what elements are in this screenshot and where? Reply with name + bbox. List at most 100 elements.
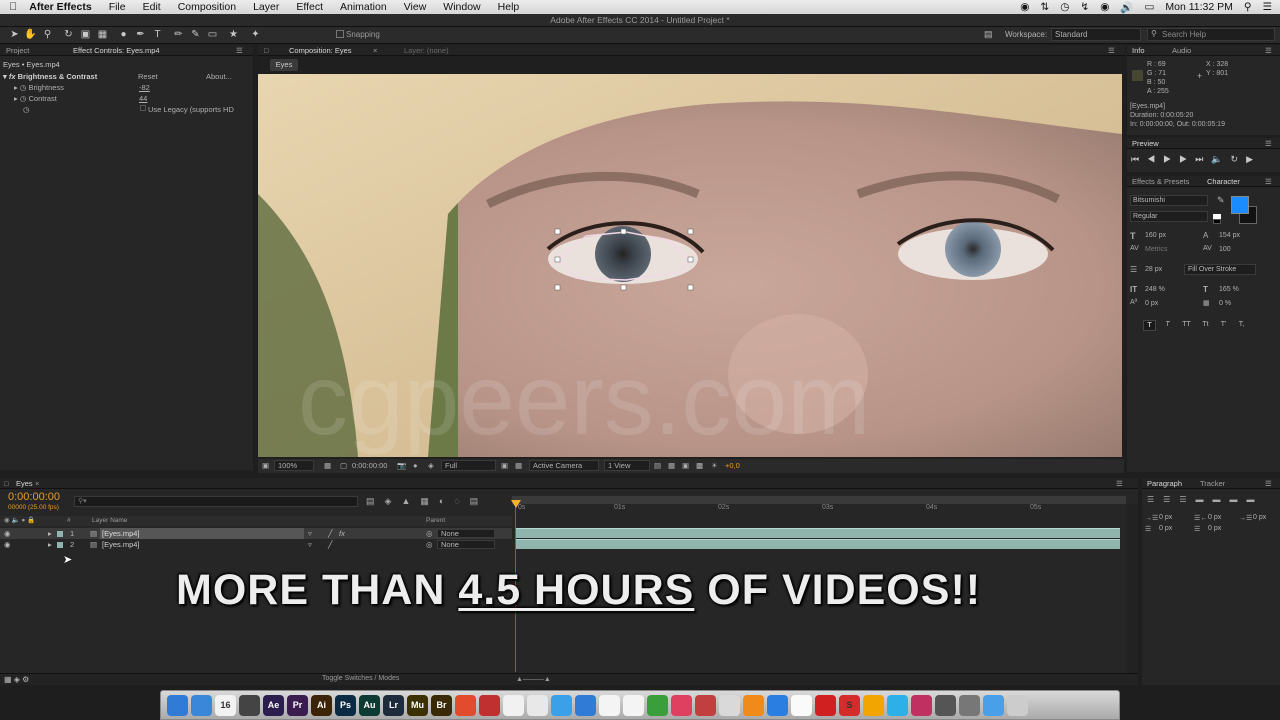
type-tool-icon[interactable]: T — [151, 29, 164, 41]
table-row[interactable]: ◉ ▸ 1 ▤ [Eyes.mp4] ▿ ╱ fx ◎ None — [0, 528, 512, 539]
channel-icon[interactable]: ◈ — [428, 461, 434, 470]
menu-file[interactable]: File — [109, 1, 126, 13]
comp-mini-flowchart-icon[interactable]: ▤ — [366, 496, 385, 506]
horizontal-scale-value[interactable]: 165 % — [1219, 286, 1239, 293]
rotate-tool-icon[interactable]: ↻ — [62, 29, 75, 41]
dock-app-icon[interactable]: 16 — [215, 694, 236, 716]
expand-arrow-icon[interactable]: ▸ — [48, 539, 52, 550]
close-icon[interactable]: × — [373, 45, 377, 56]
region-icon[interactable]: ▣ — [501, 461, 508, 470]
tab-character[interactable]: Character — [1207, 176, 1240, 187]
dock-app-icon[interactable] — [623, 694, 644, 716]
tab-paragraph[interactable]: Paragraph — [1147, 478, 1182, 489]
prev-frame-icon[interactable]: ◀ — [1147, 154, 1163, 164]
pickwhip-icon[interactable]: ◎ — [426, 539, 433, 550]
small-caps-button[interactable]: Tt — [1199, 320, 1212, 331]
fill-color-swatch[interactable] — [1231, 196, 1249, 214]
layer-duration-bar[interactable] — [516, 528, 1120, 538]
zoom-slider[interactable]: ▲———▲ — [516, 676, 551, 683]
menu-window[interactable]: Window — [443, 1, 480, 13]
indent-right-value[interactable]: 0 px — [1208, 514, 1221, 521]
panel-menu-icon[interactable]: ☰ — [1116, 478, 1123, 489]
zoom-select[interactable]: 100% — [274, 460, 314, 471]
layer-name[interactable]: [Eyes.mp4] — [100, 528, 304, 539]
shy-switch-icon[interactable]: ▿ — [308, 528, 312, 539]
spotlight-icon[interactable]: ⚲ — [1244, 1, 1252, 13]
menu-help[interactable]: Help — [498, 1, 520, 13]
tab-effect-controls[interactable]: Effect Controls: Eyes.mp4 — [73, 45, 160, 56]
dock-app-icon[interactable] — [743, 694, 764, 716]
panel-menu-icon[interactable]: ☰ — [1265, 176, 1272, 187]
notification-icon[interactable]: ☰ — [1263, 1, 1272, 13]
eraser-tool-icon[interactable]: ▭ — [206, 29, 219, 41]
playhead-handle-icon[interactable] — [511, 500, 521, 508]
toggle-pixel-icon[interactable]: ▤ — [654, 461, 661, 470]
tab-composition[interactable]: Composition: Eyes — [289, 45, 352, 56]
layer-duration-bar[interactable] — [516, 539, 1120, 549]
layer-search-input[interactable]: ⚲▾ — [74, 496, 358, 507]
dock-app-icon[interactable] — [527, 694, 548, 716]
justify-right-icon[interactable]: ▬ — [1230, 495, 1247, 504]
play-icon[interactable]: ▶ — [1163, 154, 1179, 164]
mask-tool-icon[interactable]: ● — [117, 29, 130, 41]
justify-all-icon[interactable]: ▬ — [1247, 495, 1264, 504]
tab-preview[interactable]: Preview — [1132, 138, 1159, 149]
dock-app-icon[interactable] — [911, 694, 932, 716]
eye-icon[interactable]: ◉ — [4, 528, 11, 539]
dock-app-icon[interactable] — [863, 694, 884, 716]
dock-app-icon[interactable]: Br — [431, 694, 452, 716]
shy-icon[interactable]: ▲ — [401, 496, 420, 506]
timecode-display[interactable]: 0:00:00:00 — [352, 461, 387, 470]
vertical-scrollbar[interactable] — [1126, 504, 1138, 674]
tab-timeline-eyes[interactable]: Eyes — [16, 478, 33, 489]
sync-icon[interactable]: ⇅ — [1040, 1, 1049, 13]
exposure-value[interactable]: +0,0 — [725, 461, 740, 470]
dock-app-icon[interactable]: Pr — [287, 694, 308, 716]
baseline-value[interactable]: 0 px — [1145, 300, 1158, 307]
parent-select[interactable]: None — [437, 529, 495, 538]
exposure-icon[interactable]: ☀ — [711, 461, 718, 470]
effect-row[interactable]: ▾ fx Brightness & Contrast — [3, 72, 97, 81]
dock-app-icon[interactable]: Mu — [407, 694, 428, 716]
toggle-switches-modes[interactable]: Toggle Switches / Modes — [322, 675, 399, 682]
zoom-tool-icon[interactable]: ⚲ — [41, 29, 54, 41]
composition-viewer[interactable]: cgpeers.com — [258, 74, 1122, 457]
legacy-checkbox[interactable] — [140, 105, 146, 111]
label-color-icon[interactable] — [57, 531, 63, 537]
stopwatch-icon[interactable]: ◷ — [23, 105, 30, 114]
fast-preview-icon[interactable]: ▦ — [668, 461, 675, 470]
stroke-width-value[interactable]: 28 px — [1145, 266, 1162, 273]
dock-app-icon[interactable] — [767, 694, 788, 716]
dock-app-icon[interactable] — [1007, 694, 1028, 716]
superscript-button[interactable]: T' — [1217, 320, 1230, 331]
dock-app-icon[interactable]: Au — [359, 694, 380, 716]
justify-left-icon[interactable]: ▬ — [1196, 495, 1213, 504]
faux-bold-button[interactable]: T — [1143, 320, 1156, 331]
brightness-value[interactable]: -82 — [139, 83, 150, 92]
ram-preview-icon[interactable]: ▶ — [1246, 154, 1261, 164]
comp-nav-button[interactable]: Eyes — [270, 59, 298, 71]
tab-layer[interactable]: Layer: (none) — [404, 45, 449, 56]
align-center-icon[interactable]: ☰ — [1163, 495, 1179, 504]
resolution-select[interactable]: Full — [441, 460, 496, 471]
motion-blur-icon[interactable]: ◐ — [439, 496, 454, 506]
views-select[interactable]: 1 View — [604, 460, 650, 471]
menu-view[interactable]: View — [404, 1, 427, 13]
record-icon[interactable]: ◉ — [1020, 1, 1029, 13]
disclosure-triangle-icon[interactable]: ▾ — [3, 72, 7, 81]
dock-app-icon[interactable] — [983, 694, 1004, 716]
battery-icon[interactable]: ▭ — [1144, 1, 1154, 13]
dock-app-icon[interactable]: Ai — [311, 694, 332, 716]
menu-animation[interactable]: Animation — [340, 1, 387, 13]
all-caps-button[interactable]: TT — [1179, 320, 1194, 331]
expand-arrow-icon[interactable]: ▸ — [48, 528, 52, 539]
col-layer-name[interactable]: Layer Name — [92, 516, 127, 526]
expand-arrow-icon[interactable]: ▸ — [14, 83, 18, 92]
indent-first-value[interactable]: 0 px — [1253, 514, 1266, 521]
wifi-icon[interactable]: ◉ — [1100, 1, 1109, 13]
first-frame-icon[interactable]: ⏮ — [1131, 154, 1147, 164]
dock-app-icon[interactable]: Ae — [263, 694, 284, 716]
dock-app-icon[interactable] — [935, 694, 956, 716]
work-area-bar[interactable] — [512, 496, 1126, 504]
quality-icon[interactable]: ╱ — [328, 528, 333, 539]
